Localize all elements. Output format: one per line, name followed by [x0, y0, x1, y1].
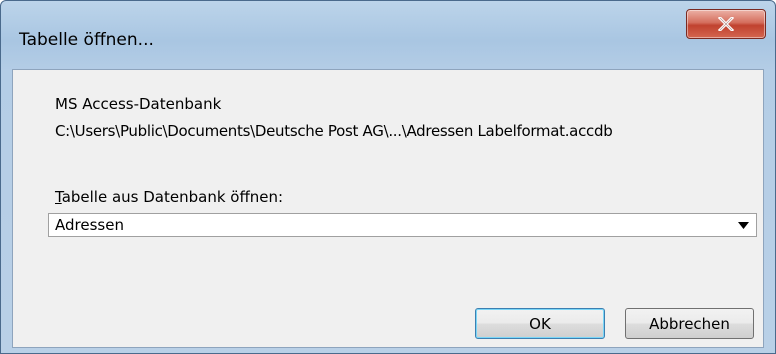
chevron-down-icon[interactable] — [738, 222, 749, 229]
table-select-value: Adressen — [55, 216, 124, 234]
cancel-button[interactable]: Abbrechen — [625, 308, 754, 339]
database-path-label: C:\Users\Public\Documents\Deutsche Post … — [55, 122, 613, 140]
table-select[interactable]: Adressen — [48, 213, 757, 237]
dialog-body: MS Access-Datenbank C:\Users\Public\Docu… — [12, 69, 764, 348]
close-icon — [718, 17, 734, 31]
title-bar[interactable]: Tabelle öffnen... — [1, 1, 775, 69]
table-select-label: Tabelle aus Datenbank öffnen: — [55, 188, 283, 206]
dialog-window: Tabelle öffnen... MS Access-Datenbank C:… — [0, 0, 776, 354]
close-button[interactable] — [686, 9, 766, 39]
window-title: Tabelle öffnen... — [19, 30, 154, 50]
ok-button[interactable]: OK — [475, 308, 605, 339]
database-type-label: MS Access-Datenbank — [55, 95, 222, 113]
table-label-text: abelle aus Datenbank öffnen: — [61, 188, 284, 206]
table-label-accelerator: T — [55, 188, 62, 206]
